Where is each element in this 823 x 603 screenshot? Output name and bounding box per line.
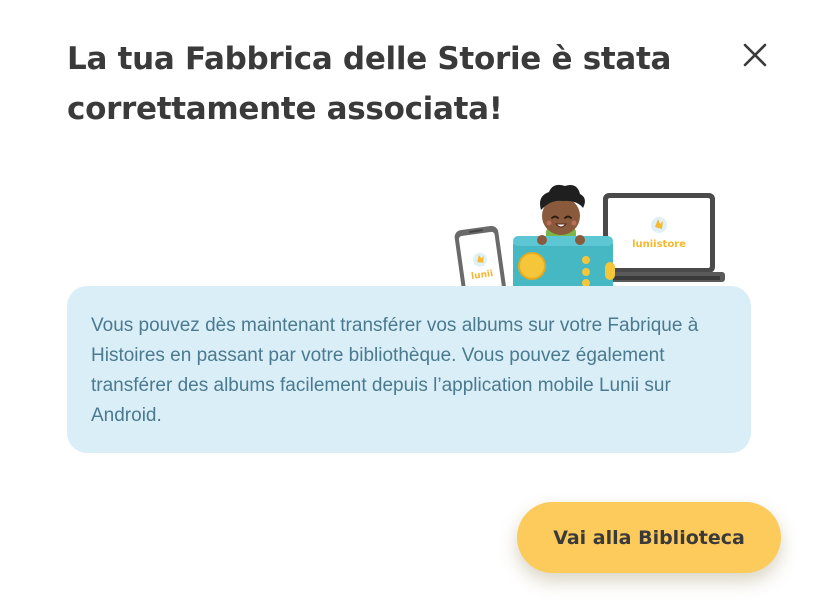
luniistore-logo-text: luniistore (632, 239, 686, 250)
storyteller-device-illustration (513, 235, 615, 286)
pairing-illustration: luniistore lunii (448, 180, 728, 286)
phone-illustration: lunii (454, 225, 508, 286)
close-button[interactable] (738, 38, 772, 72)
info-message-text: Vous pouvez dès maintenant transférer vo… (91, 315, 699, 426)
close-icon (743, 43, 767, 67)
child-character-illustration (540, 184, 585, 242)
dialog-title: La tua Fabbrica delle Storie è stata cor… (67, 41, 672, 127)
info-message-box: Vous pouvez dès maintenant transférer vo… (67, 286, 751, 453)
go-to-library-button[interactable]: Vai alla Biblioteca (517, 502, 781, 573)
association-success-dialog: La tua Fabbrica delle Storie è stata cor… (0, 0, 823, 603)
